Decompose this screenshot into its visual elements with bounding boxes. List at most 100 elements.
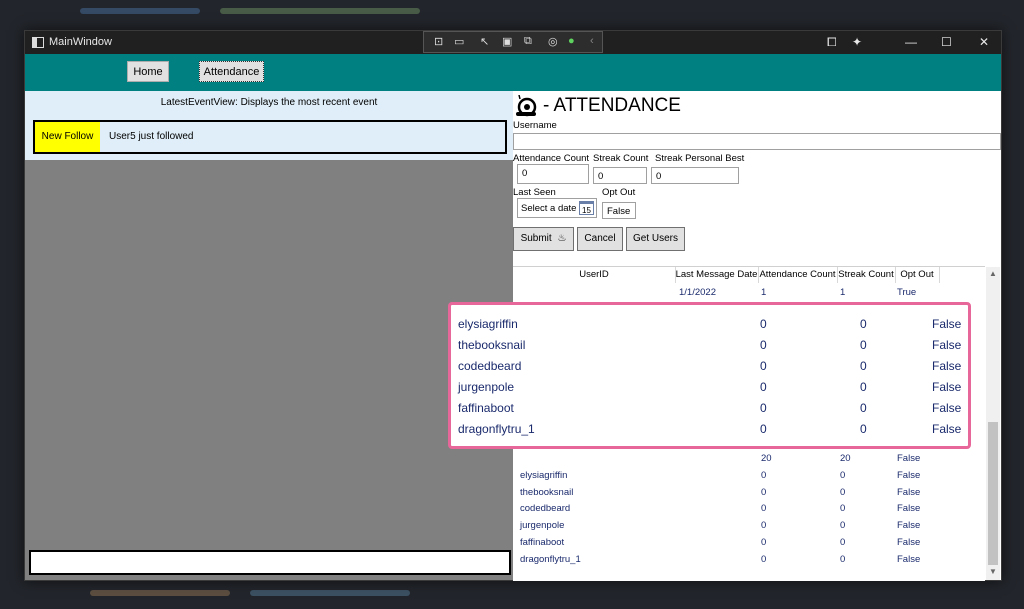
nav-toolbar: Home Attendance: [25, 54, 1001, 91]
pointer-icon[interactable]: ↖: [480, 35, 489, 48]
zoom-streak: 0: [860, 338, 867, 352]
adorner-icon[interactable]: ⧉: [524, 35, 532, 48]
streak-best-label: Streak Personal Best: [655, 153, 745, 164]
row-attendance: 0: [761, 554, 767, 565]
row-user: faffinaboot: [520, 537, 565, 548]
opt-out-input[interactable]: False: [602, 202, 636, 219]
zoom-user: dragonflytru_1: [458, 422, 535, 436]
column-header-last-message[interactable]: Last Message Date: [675, 267, 759, 283]
row-user: jurgenpole: [520, 520, 565, 531]
submit-label: Submit: [520, 233, 552, 244]
row-streak: 0: [840, 537, 846, 548]
cancel-button[interactable]: Cancel: [577, 227, 623, 251]
zoom-attendance: 0: [760, 401, 767, 415]
grid-scrollbar[interactable]: ▲ ▼: [986, 267, 1000, 580]
close-button[interactable]: ✕: [979, 35, 989, 49]
column-header-attendance[interactable]: Attendance Count: [758, 267, 838, 283]
column-header-optout[interactable]: Opt Out: [895, 267, 940, 283]
minimize-button[interactable]: —: [905, 35, 917, 49]
row-attendance: 0: [761, 503, 767, 514]
zoom-streak: 0: [860, 317, 867, 331]
zoom-highlight-callout: elysiagriffin 0 0 False thebooksnail 0 0…: [448, 302, 971, 449]
row-streak: 0: [840, 503, 846, 514]
row-optout: False: [897, 470, 921, 481]
first-row-last-message: 1/1/2022: [679, 287, 716, 298]
bg-decoration: [80, 8, 200, 14]
bg-decoration: [250, 590, 410, 596]
username-input[interactable]: [513, 133, 1001, 150]
app-icon: [32, 37, 44, 48]
bg-decoration: [90, 590, 230, 596]
row-streak: 0: [840, 487, 846, 498]
row-user: codedbeard: [520, 503, 571, 514]
hot-reload-icon[interactable]: ◎: [548, 35, 558, 48]
zoom-streak: 0: [860, 380, 867, 394]
row-streak: 0: [840, 554, 846, 565]
row-attendance: 0: [761, 487, 767, 498]
maximize-button[interactable]: ☐: [941, 35, 952, 49]
latest-event-box: New Follow User5 just followed: [33, 120, 507, 154]
attendance-count-label: Attendance Count: [513, 153, 590, 164]
home-button[interactable]: Home: [127, 61, 169, 82]
zoom-user: jurgenpole: [458, 380, 515, 394]
zoom-streak: 0: [860, 422, 867, 436]
zoom-attendance: 0: [760, 422, 767, 436]
row-streak: 0: [840, 470, 846, 481]
select-element-icon[interactable]: ⊡: [434, 35, 443, 48]
scroll-up-icon[interactable]: ▲: [989, 269, 997, 278]
latest-event-view: LatestEventView: Displays the most recen…: [25, 91, 513, 160]
zoom-attendance: 0: [760, 380, 767, 394]
latest-event-title: LatestEventView: Displays the most recen…: [160, 97, 378, 108]
date-placeholder: Select a date: [521, 203, 577, 214]
calendar-icon[interactable]: 15: [579, 201, 594, 215]
row-optout: False: [897, 520, 921, 531]
last-seen-datepicker[interactable]: Select a date 15: [517, 198, 597, 218]
zoom-optout: False: [932, 380, 962, 394]
video-icon[interactable]: ▭: [454, 35, 464, 48]
pin-icon[interactable]: ✦: [852, 35, 862, 49]
row-streak: 0: [840, 520, 846, 531]
bottom-input-box[interactable]: [29, 550, 511, 575]
row-optout: False: [897, 487, 921, 498]
mid-row-optout: False: [897, 453, 921, 464]
submit-button[interactable]: Submit ♨: [513, 227, 574, 251]
streak-count-label: Streak Count: [593, 153, 649, 164]
row-user: thebooksnail: [520, 487, 574, 498]
frame-icon[interactable]: ▣: [502, 35, 512, 48]
event-message: User5 just followed: [109, 131, 194, 142]
zoom-attendance: 0: [760, 338, 767, 352]
scrollbar-thumb[interactable]: [988, 422, 998, 565]
zoom-optout: False: [932, 317, 962, 331]
first-row-optout: True: [897, 287, 917, 298]
live-tree-icon[interactable]: ⧠: [827, 35, 837, 50]
zoom-optout: False: [932, 401, 962, 415]
window-title: MainWindow: [49, 36, 112, 48]
streak-best-input[interactable]: 0: [651, 167, 739, 184]
zoom-user: thebooksnail: [458, 338, 526, 352]
attendance-button[interactable]: Attendance: [199, 61, 264, 82]
zoom-user: elysiagriffin: [458, 317, 518, 331]
column-header-userid[interactable]: UserID: [513, 267, 676, 283]
zoom-attendance: 0: [760, 359, 767, 373]
last-seen-label: Last Seen: [513, 187, 556, 198]
zoom-user: faffinaboot: [458, 401, 514, 415]
zoom-streak: 0: [860, 401, 867, 415]
get-users-button[interactable]: Get Users: [626, 227, 685, 251]
zoom-attendance: 0: [760, 317, 767, 331]
row-user: elysiagriffin: [520, 470, 568, 481]
zoom-optout: False: [932, 422, 962, 436]
collapse-icon[interactable]: ‹: [590, 35, 594, 47]
bg-decoration: [220, 8, 420, 14]
streak-count-input[interactable]: 0: [593, 167, 647, 184]
first-row-streak: 1: [840, 287, 846, 298]
flame-icon: ♨: [557, 233, 567, 244]
attendance-count-input[interactable]: 0: [517, 164, 589, 184]
check-icon[interactable]: ●: [568, 35, 575, 47]
mid-row-attendance: 20: [761, 453, 772, 464]
username-label: Username: [513, 120, 557, 131]
scroll-down-icon[interactable]: ▼: [989, 567, 997, 576]
first-row-attendance: 1: [761, 287, 767, 298]
snail-logo-icon: [515, 94, 537, 117]
row-optout: False: [897, 503, 921, 514]
column-header-streak[interactable]: Streak Count: [837, 267, 896, 283]
